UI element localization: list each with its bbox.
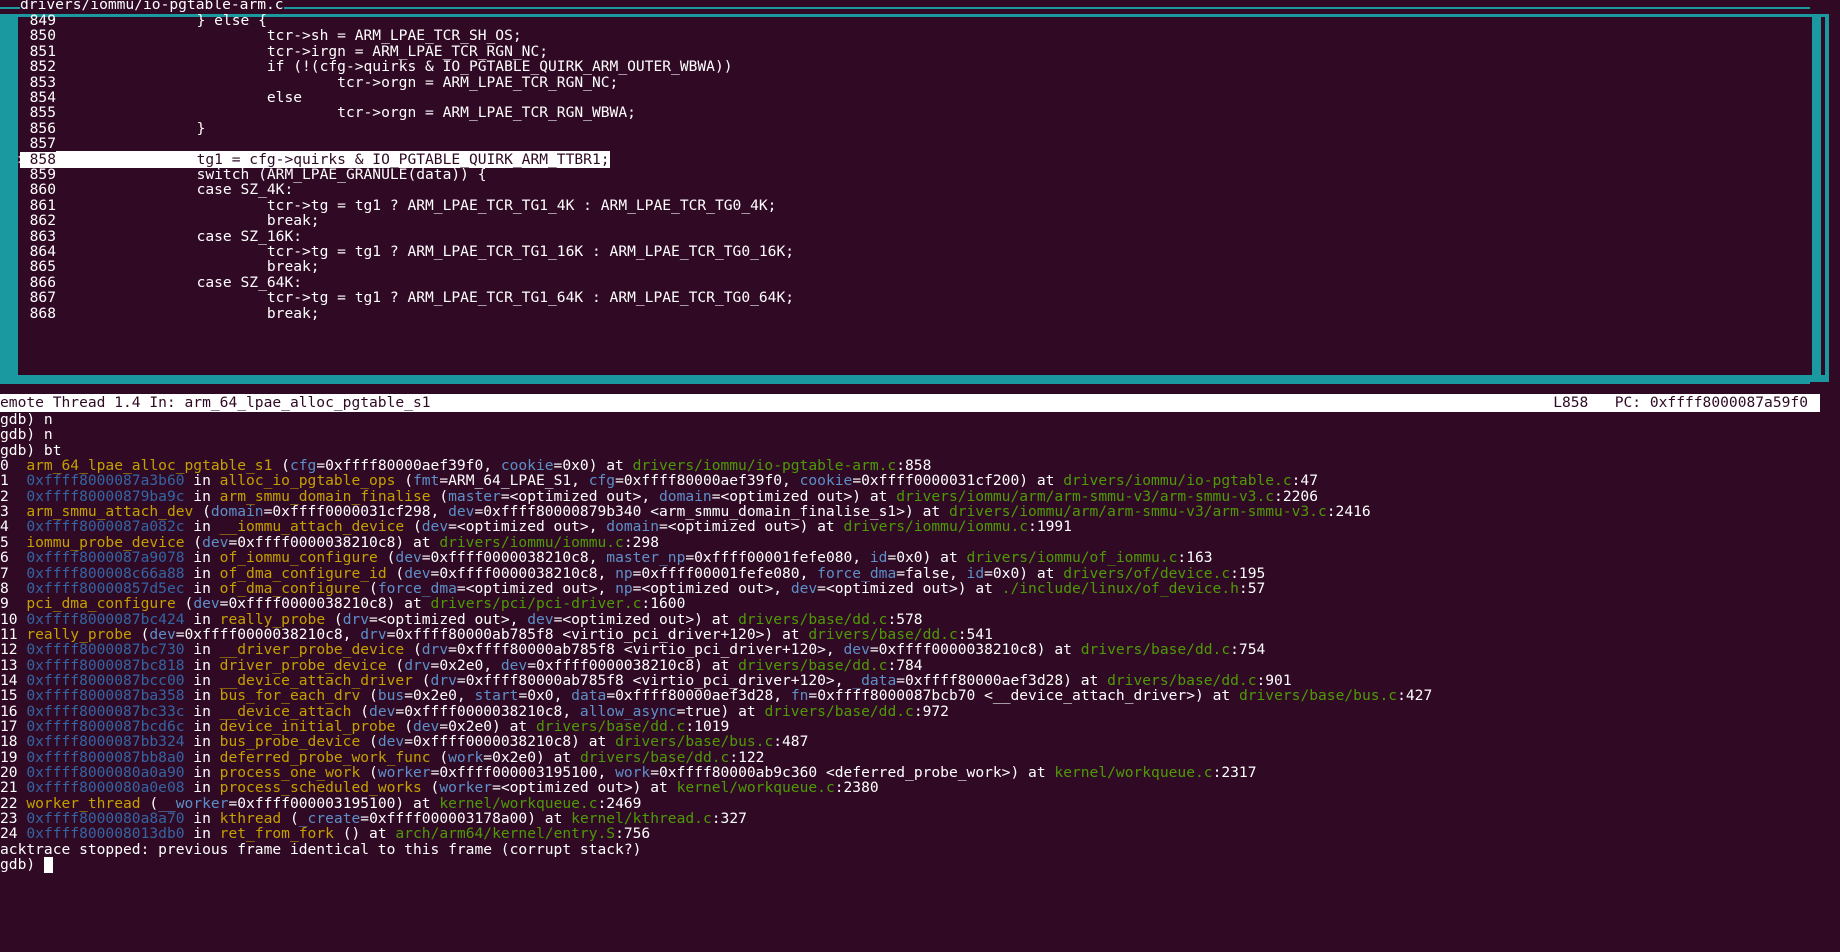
frame-text: :327 [711,810,747,828]
line-number: 857 [29,135,56,153]
source-line: 857 [20,136,56,152]
frame-text: :2416 [1326,503,1371,521]
frame-file: arch/arm64/kernel/entry.S [395,825,616,843]
frame-text: :427 [1397,687,1433,705]
frame-file: drivers/iommu/iommu.c [843,518,1029,536]
line-number: 860 [29,181,56,199]
frame-text: =<optimized out>) at [659,518,844,536]
frame-text: :756 [615,825,651,843]
frame-function: ret_from_fork [219,825,334,843]
gdb-prompt: gdb) [0,856,44,874]
frame-text: =<optimized out>) at [817,579,1002,597]
frame-arg-name: dev [790,579,818,597]
frame-file: drivers/base/dd.c [764,702,914,720]
source-file-title: drivers/iommu/io-pgtable-arm.c [20,0,284,13]
source-window-border-bottom [0,375,1829,382]
current-line-marker: > [18,150,27,168]
frame-file: drivers/base/bus.c [1238,687,1398,705]
source-window-border-top [0,14,1829,17]
line-code: } [56,119,206,137]
source-window-scrollbar[interactable] [1812,14,1821,377]
frame-address: 0xffff800008013db0 [26,825,185,843]
frame-text: :2317 [1212,764,1257,782]
frame-text: :2380 [834,779,879,797]
gdb-prompt-line[interactable]: gdb) [0,856,53,874]
status-bar: emote Thread 1.4 In: arm_64_lpae_alloc_p… [0,394,1820,412]
frame-text: :57 [1238,579,1266,597]
frame-file: drivers/base/dd.c [1080,641,1231,659]
frame-text: :1991 [1028,518,1072,536]
frame-text: :972 [913,702,949,720]
line-number: 865 [29,258,56,276]
frame-file: ./include/linux/of_device.h [1001,579,1239,597]
backtrace-footer: acktrace stopped: previous frame identic… [0,840,642,858]
line-number: 867 [29,289,56,307]
source-window-border-left [0,14,18,377]
frame-file: kernel/workqueue.c [676,779,835,797]
status-thread-info: emote Thread 1.4 In: arm_64_lpae_alloc_p… [0,394,431,411]
frame-text: :487 [773,733,809,751]
source-window-border-right [1825,14,1829,377]
frame-text: 24 [0,825,27,843]
line-number: 852 [29,58,56,76]
line-number: 862 [29,212,56,230]
frame-text: () at [333,825,396,843]
status-pc-info: L858 PC: 0xffff8000087a59f0 [1553,394,1808,411]
text-cursor [43,857,53,874]
source-line: 868 break; [20,304,320,322]
line-number: 868 [29,304,56,322]
gdb-command-line: gdb) n [0,426,53,444]
frame-text: :754 [1230,641,1266,659]
frame-file: kernel/workqueue.c [1054,764,1213,782]
line-number: 850 [29,27,56,45]
line-number: 855 [29,104,56,122]
line-code: break; [56,304,320,322]
frame-text: in [184,825,220,843]
